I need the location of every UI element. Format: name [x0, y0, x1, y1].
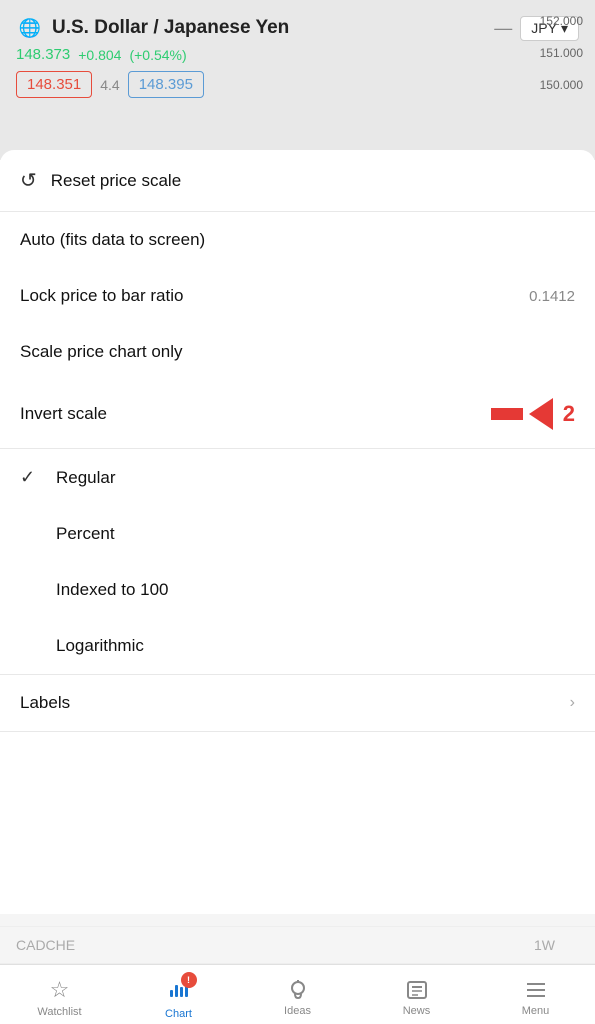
tab-news[interactable]: News: [357, 972, 476, 1017]
chart-notification-badge: !: [181, 972, 197, 988]
tab-ideas-label: Ideas: [284, 1005, 311, 1017]
tab-ideas[interactable]: Ideas: [238, 972, 357, 1017]
regular-label: Regular: [56, 468, 575, 488]
lock-price-label: Lock price to bar ratio: [20, 286, 529, 306]
scale-label-2: 151.000: [540, 46, 583, 60]
indexed-item[interactable]: Indexed to 100: [0, 562, 595, 618]
price-change-pct: (+0.54%): [129, 47, 186, 63]
indexed-label: Indexed to 100: [56, 580, 575, 600]
lock-price-item[interactable]: Lock price to bar ratio 0.1412: [0, 268, 595, 324]
price-change-abs: +0.804: [78, 47, 121, 63]
logarithmic-item[interactable]: Logarithmic: [0, 618, 595, 674]
lock-price-value: 0.1412: [529, 288, 575, 305]
chevron-right-icon: ›: [570, 694, 575, 712]
tab-chart-label: Chart: [165, 1008, 192, 1020]
menu-icon: [524, 978, 548, 1002]
scale-price-item[interactable]: Scale price chart only: [0, 324, 595, 380]
price-box-low: 148.351: [16, 71, 92, 98]
cadche-timeframe: 1W: [534, 937, 555, 953]
scale-options-section: Auto (fits data to screen) Lock price to…: [0, 212, 595, 449]
tab-watchlist[interactable]: ☆ Watchlist: [0, 971, 119, 1018]
price-main: 148.373: [16, 46, 70, 63]
annotation-number: 2: [563, 401, 575, 427]
annotation-arrow: 2: [491, 398, 575, 430]
tab-bar: ☆ Watchlist ! Chart Ideas: [0, 964, 595, 1024]
tab-news-label: News: [403, 1005, 431, 1017]
context-menu: ↺ Reset price scale Auto (fits data to s…: [0, 150, 595, 914]
price-box-high: 148.395: [128, 71, 204, 98]
reset-section: ↺ Reset price scale: [0, 150, 595, 212]
price-separator: 4.4: [100, 77, 119, 93]
check-icon: ✓: [20, 467, 48, 488]
auto-fits-label: Auto (fits data to screen): [20, 230, 575, 250]
reset-price-scale-item[interactable]: ↺ Reset price scale: [0, 150, 595, 211]
watchlist-item-cadche[interactable]: CADCHE 1W: [0, 927, 595, 964]
chart-scale-labels: 152.000 151.000 150.000: [540, 14, 583, 92]
chart-title: U.S. Dollar / Japanese Yen: [52, 17, 289, 39]
tab-watchlist-label: Watchlist: [37, 1006, 81, 1018]
scale-label-3: 150.000: [540, 78, 583, 92]
cadche-symbol: CADCHE: [16, 937, 534, 953]
scale-price-label: Scale price chart only: [20, 342, 575, 362]
auto-fits-item[interactable]: Auto (fits data to screen): [0, 212, 595, 268]
tab-chart[interactable]: ! Chart: [119, 970, 238, 1020]
scale-type-section: ✓ Regular Percent Indexed to 100 Logarit…: [0, 449, 595, 675]
labels-item[interactable]: Labels ›: [0, 675, 595, 731]
arrow-head: [529, 398, 553, 430]
labels-label: Labels: [20, 693, 562, 713]
invert-scale-item[interactable]: Invert scale 2: [0, 380, 595, 448]
reset-price-scale-label: Reset price scale: [51, 171, 575, 191]
reset-icon: ↺: [20, 168, 37, 193]
news-icon: [405, 978, 429, 1002]
ideas-icon: [286, 978, 310, 1002]
chart-icon-wrap: !: [167, 976, 191, 1005]
chart-header: 🌐 U.S. Dollar / Japanese Yen — JPY ▾ 148…: [0, 0, 595, 160]
currency-flag: 🌐: [16, 14, 44, 42]
percent-label: Percent: [56, 524, 575, 544]
arrow-body: [491, 408, 523, 420]
labels-section: Labels ›: [0, 675, 595, 732]
regular-item[interactable]: ✓ Regular: [0, 449, 595, 506]
logarithmic-label: Logarithmic: [56, 636, 575, 656]
tab-menu[interactable]: Menu: [476, 972, 595, 1017]
watchlist-icon: ☆: [50, 977, 70, 1003]
percent-item[interactable]: Percent: [0, 506, 595, 562]
dash-icon: —: [494, 18, 512, 39]
scale-label-1: 152.000: [540, 14, 583, 28]
tab-menu-label: Menu: [522, 1005, 550, 1017]
invert-scale-label: Invert scale: [20, 404, 479, 424]
